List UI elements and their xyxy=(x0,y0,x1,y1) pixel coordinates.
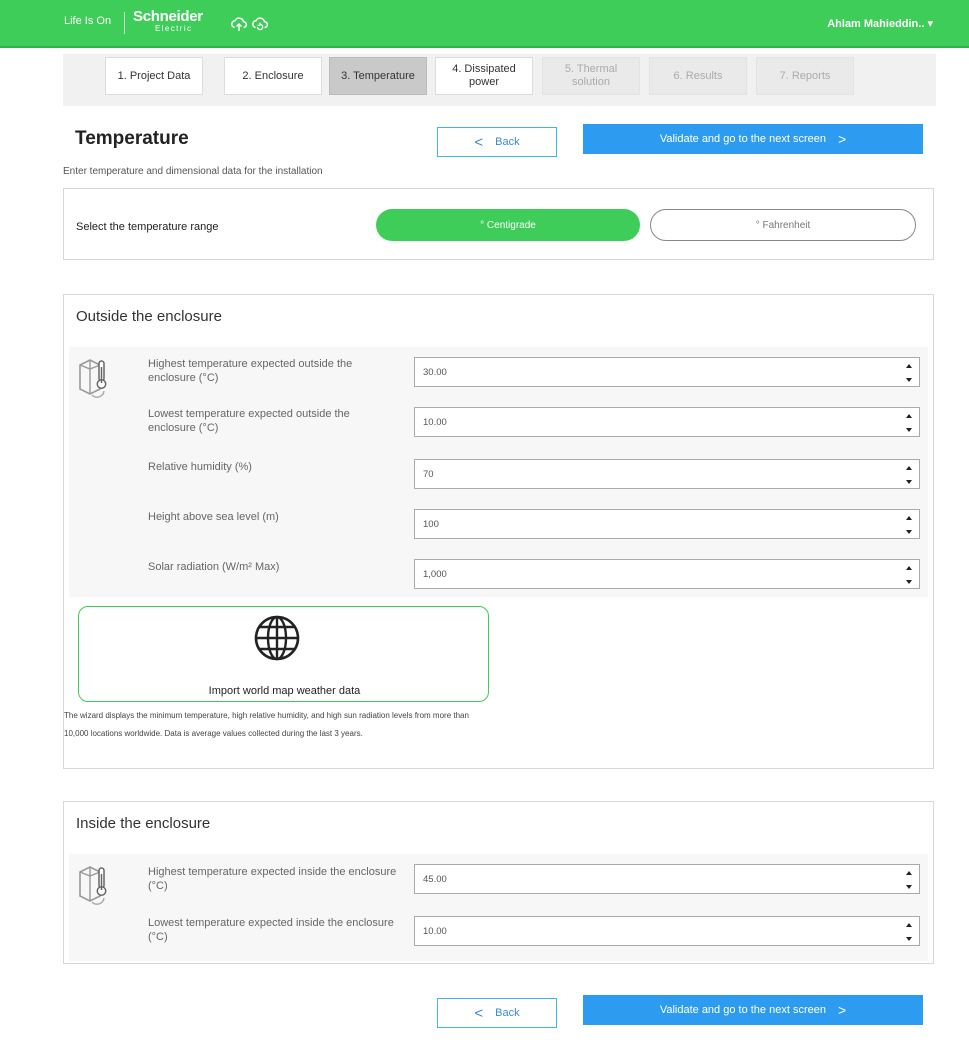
back-button-label: Back xyxy=(495,1007,520,1019)
humidity-label: Relative humidity (%) xyxy=(148,461,252,473)
step-temperature[interactable]: 3. Temperature xyxy=(329,57,427,95)
arrow-up-icon[interactable] xyxy=(906,466,912,470)
inside-section-title: Inside the enclosure xyxy=(76,815,211,832)
step-enclosure[interactable]: 2. Enclosure xyxy=(224,57,322,95)
chevron-left-icon: < xyxy=(474,1004,484,1022)
number-spinner[interactable] xyxy=(905,566,913,584)
arrow-down-icon[interactable] xyxy=(906,480,912,484)
user-name: Ahlam Mahieddin.. xyxy=(827,18,925,30)
number-spinner[interactable] xyxy=(905,871,913,889)
arrow-up-icon[interactable] xyxy=(906,516,912,520)
brand-logo: Schneider Electric xyxy=(133,9,203,33)
arrow-down-icon[interactable] xyxy=(906,580,912,584)
chevron-right-icon: > xyxy=(837,131,847,147)
arrow-down-icon[interactable] xyxy=(906,378,912,382)
next-button-label: Validate and go to the next screen xyxy=(659,133,826,145)
height-above-sea-value: 100 xyxy=(423,518,439,530)
height-above-sea-input[interactable]: 100 xyxy=(414,509,920,539)
back-button-bottom[interactable]: < Back xyxy=(437,998,557,1028)
number-spinner[interactable] xyxy=(905,516,913,534)
map-data-note: The wizard displays the minimum temperat… xyxy=(64,711,469,738)
validate-next-button-bottom[interactable]: Validate and go to the next screen > xyxy=(583,995,923,1025)
step-project-data[interactable]: 1. Project Data xyxy=(105,57,203,95)
humidity-value: 70 xyxy=(423,468,434,480)
enclosure-thermometer-icon xyxy=(79,866,107,905)
arrow-down-icon[interactable] xyxy=(906,885,912,889)
outside-low-temp-value: 10.00 xyxy=(423,416,447,428)
inside-high-temp-input[interactable]: 45.00 xyxy=(414,864,920,894)
validate-next-button[interactable]: Validate and go to the next screen > xyxy=(583,124,923,154)
outside-low-temp-label: Lowest temperature expected outside the … xyxy=(148,408,350,434)
number-spinner[interactable] xyxy=(905,414,913,432)
inside-high-temp-label: Highest temperature expected inside the … xyxy=(148,866,397,892)
next-button-label: Validate and go to the next screen xyxy=(659,1004,826,1016)
number-spinner[interactable] xyxy=(905,364,913,382)
back-button-label: Back xyxy=(495,136,520,148)
step-reports: 7. Reports xyxy=(756,57,854,95)
globe-icon xyxy=(254,615,300,661)
cloud-refresh-icon[interactable] xyxy=(251,16,269,32)
arrow-down-icon[interactable] xyxy=(906,937,912,941)
number-spinner[interactable] xyxy=(905,923,913,941)
height-above-sea-label: Height above sea level (m) xyxy=(148,511,279,523)
solar-radiation-value: 1,000 xyxy=(423,568,447,580)
step-results: 6. Results xyxy=(649,57,747,95)
step-dissipated-power[interactable]: 4. Dissipated power xyxy=(435,57,533,95)
brand-sub: Electric xyxy=(155,24,193,33)
humidity-input[interactable]: 70 xyxy=(414,459,920,489)
outside-section-title: Outside the enclosure xyxy=(76,308,222,325)
header-divider xyxy=(124,12,125,34)
arrow-down-icon[interactable] xyxy=(906,530,912,534)
arrow-up-icon[interactable] xyxy=(906,414,912,418)
enclosure-thermometer-icon xyxy=(79,359,107,398)
tagline: Life Is On xyxy=(64,15,112,27)
chevron-right-icon: > xyxy=(837,1002,847,1018)
solar-radiation-input[interactable]: 1,000 xyxy=(414,559,920,589)
temperature-range-panel: Select the temperature range ° Centigrad… xyxy=(63,188,934,260)
outside-high-temp-label: Highest temperature expected outside the… xyxy=(148,358,353,384)
cloud-sync-icon[interactable] xyxy=(230,16,248,32)
inside-low-temp-input[interactable]: 10.00 xyxy=(414,916,920,946)
back-button[interactable]: < Back xyxy=(437,127,557,157)
inside-enclosure-panel: Inside the enclosure Highest temperature… xyxy=(63,801,934,964)
outside-enclosure-panel: Outside the enclosure Highest temperatur… xyxy=(63,294,934,769)
centigrade-toggle[interactable]: ° Centigrade xyxy=(376,209,640,241)
step-thermal-solution: 5. Thermal solution xyxy=(542,57,640,95)
chevron-down-icon: ▾ xyxy=(927,18,933,30)
arrow-down-icon[interactable] xyxy=(906,428,912,432)
temperature-range-label: Select the temperature range xyxy=(76,221,219,233)
inside-low-temp-label: Lowest temperature expected inside the e… xyxy=(148,917,394,943)
arrow-up-icon[interactable] xyxy=(906,923,912,927)
outside-high-temp-value: 30.00 xyxy=(423,366,447,378)
fahrenheit-toggle[interactable]: ° Fahrenheit xyxy=(650,209,916,241)
solar-radiation-label: Solar radiation (W/m² Max) xyxy=(148,561,280,573)
import-world-map-button[interactable]: Import world map weather data xyxy=(78,606,489,702)
outside-low-temp-input[interactable]: 10.00 xyxy=(414,407,920,437)
inside-low-temp-value: 10.00 xyxy=(423,925,447,937)
inside-high-temp-value: 45.00 xyxy=(423,873,447,885)
arrow-up-icon[interactable] xyxy=(906,364,912,368)
import-world-map-label: Import world map weather data xyxy=(208,685,361,697)
wizard-steps: 1. Project Data 2. Enclosure 3. Temperat… xyxy=(63,54,936,106)
brand-name: Schneider xyxy=(133,8,203,25)
outside-high-temp-input[interactable]: 30.00 xyxy=(414,357,920,387)
arrow-up-icon[interactable] xyxy=(906,871,912,875)
number-spinner[interactable] xyxy=(905,466,913,484)
chevron-left-icon: < xyxy=(474,133,484,151)
page-title: Temperature xyxy=(75,128,189,149)
top-bar: Life Is On Schneider Electric Ahlam Mahi… xyxy=(0,0,969,48)
user-menu[interactable]: Ahlam Mahieddin.. ▾ xyxy=(827,17,933,30)
page-subtitle: Enter temperature and dimensional data f… xyxy=(63,166,323,177)
arrow-up-icon[interactable] xyxy=(906,566,912,570)
